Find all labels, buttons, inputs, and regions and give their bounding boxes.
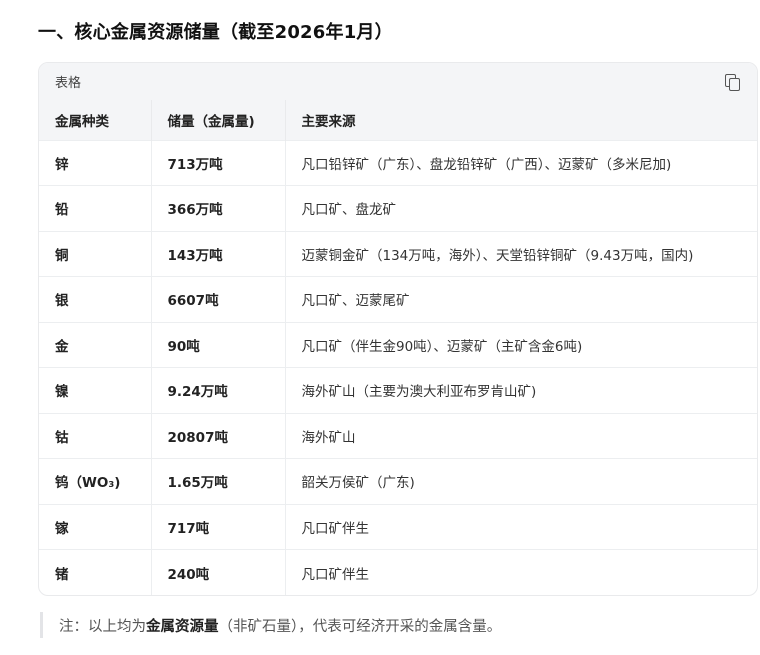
footnote-prefix: 注：以上均为	[59, 618, 146, 635]
metal-cell: 镍	[39, 367, 152, 413]
table-card-title: 表格	[55, 76, 82, 91]
source-cell: 韶关万侯矿（广东)	[301, 475, 415, 492]
table-row: 银 6607吨 凡口矿、迈蒙尾矿	[39, 276, 757, 322]
table-row: 金 90吨 凡口矿（伴生金90吨）、迈蒙矿（主矿含金6吨)	[39, 322, 757, 368]
copy-icon[interactable]	[723, 73, 741, 91]
source-cell: 凡口矿伴生	[301, 566, 370, 583]
table-row: 铅 366万吨 凡口矿、盘龙矿	[39, 185, 757, 231]
reserve-cell: 6607吨	[151, 276, 286, 322]
column-header-source: 主要来源	[301, 113, 356, 130]
reserve-cell: 9.24万吨	[151, 367, 286, 413]
source-cell: 凡口铅锌矿（广东）、盘龙铅锌矿（广西）、迈蒙矿（多米尼加)	[301, 156, 672, 173]
footnote: 注：以上均为 金属资源量 （非矿石量），代表可经济开采的金属含量。	[40, 612, 501, 638]
metal-cell: 镓	[39, 504, 152, 550]
source-cell: 凡口矿、盘龙矿	[301, 202, 397, 219]
reserve-cell: 713万吨	[151, 140, 286, 186]
source-cell: 海外矿山	[301, 429, 356, 446]
table-row: 镍 9.24万吨 海外矿山（主要为澳大利亚布罗肯山矿)	[39, 367, 757, 413]
section-heading: 一、核心金属资源储量（截至2026年1月）	[38, 22, 393, 43]
table-row: 锗 240吨 凡口矿伴生	[39, 549, 757, 595]
reserve-cell: 366万吨	[151, 185, 286, 231]
metal-cell: 钴	[39, 413, 152, 459]
table-row: 镓 717吨 凡口矿伴生	[39, 504, 757, 550]
source-cell: 迈蒙铜金矿（134万吨，海外）、天堂铅锌铜矿（9.43万吨，国内)	[301, 247, 694, 264]
column-header-metal: 金属种类	[39, 100, 152, 140]
metal-cell: 铜	[39, 231, 152, 277]
table-header-row: 金属种类 储量（金属量) 主要来源	[39, 100, 757, 140]
reserve-cell: 1.65万吨	[151, 458, 286, 504]
metal-cell: 锗	[39, 549, 152, 595]
reserves-table-card: 表格 金属种类 储量（金属量) 主要来源 锌 713万吨 凡口铅锌矿（广东）、盘…	[38, 62, 758, 596]
table-card-header: 表格	[39, 63, 757, 100]
reserves-table: 金属种类 储量（金属量) 主要来源 锌 713万吨 凡口铅锌矿（广东）、盘龙铅锌…	[39, 100, 757, 595]
reserve-cell: 717吨	[151, 504, 286, 550]
source-cell: 凡口矿伴生	[301, 520, 370, 537]
column-header-reserve: 储量（金属量)	[151, 100, 286, 140]
source-cell: 凡口矿、迈蒙尾矿	[301, 293, 410, 310]
reserve-cell: 90吨	[151, 322, 286, 368]
footnote-emphasis: 金属资源量	[146, 618, 219, 635]
footnote-suffix: （非矿石量），代表可经济开采的金属含量。	[218, 618, 502, 635]
table-row: 锌 713万吨 凡口铅锌矿（广东）、盘龙铅锌矿（广西）、迈蒙矿（多米尼加)	[39, 140, 757, 186]
metal-cell: 铅	[39, 185, 152, 231]
metal-cell: 金	[39, 322, 152, 368]
reserve-cell: 20807吨	[151, 413, 286, 459]
source-cell: 海外矿山（主要为澳大利亚布罗肯山矿)	[301, 384, 537, 401]
table-row: 钴 20807吨 海外矿山	[39, 413, 757, 459]
reserve-cell: 240吨	[151, 549, 286, 595]
metal-cell: 钨（WO₃)	[39, 458, 152, 504]
metal-cell: 锌	[39, 140, 152, 186]
table-row: 钨（WO₃) 1.65万吨 韶关万侯矿（广东)	[39, 458, 757, 504]
source-cell: 凡口矿（伴生金90吨）、迈蒙矿（主矿含金6吨)	[301, 338, 583, 355]
metal-cell: 银	[39, 276, 152, 322]
reserve-cell: 143万吨	[151, 231, 286, 277]
table-row: 铜 143万吨 迈蒙铜金矿（134万吨，海外）、天堂铅锌铜矿（9.43万吨，国内…	[39, 231, 757, 277]
